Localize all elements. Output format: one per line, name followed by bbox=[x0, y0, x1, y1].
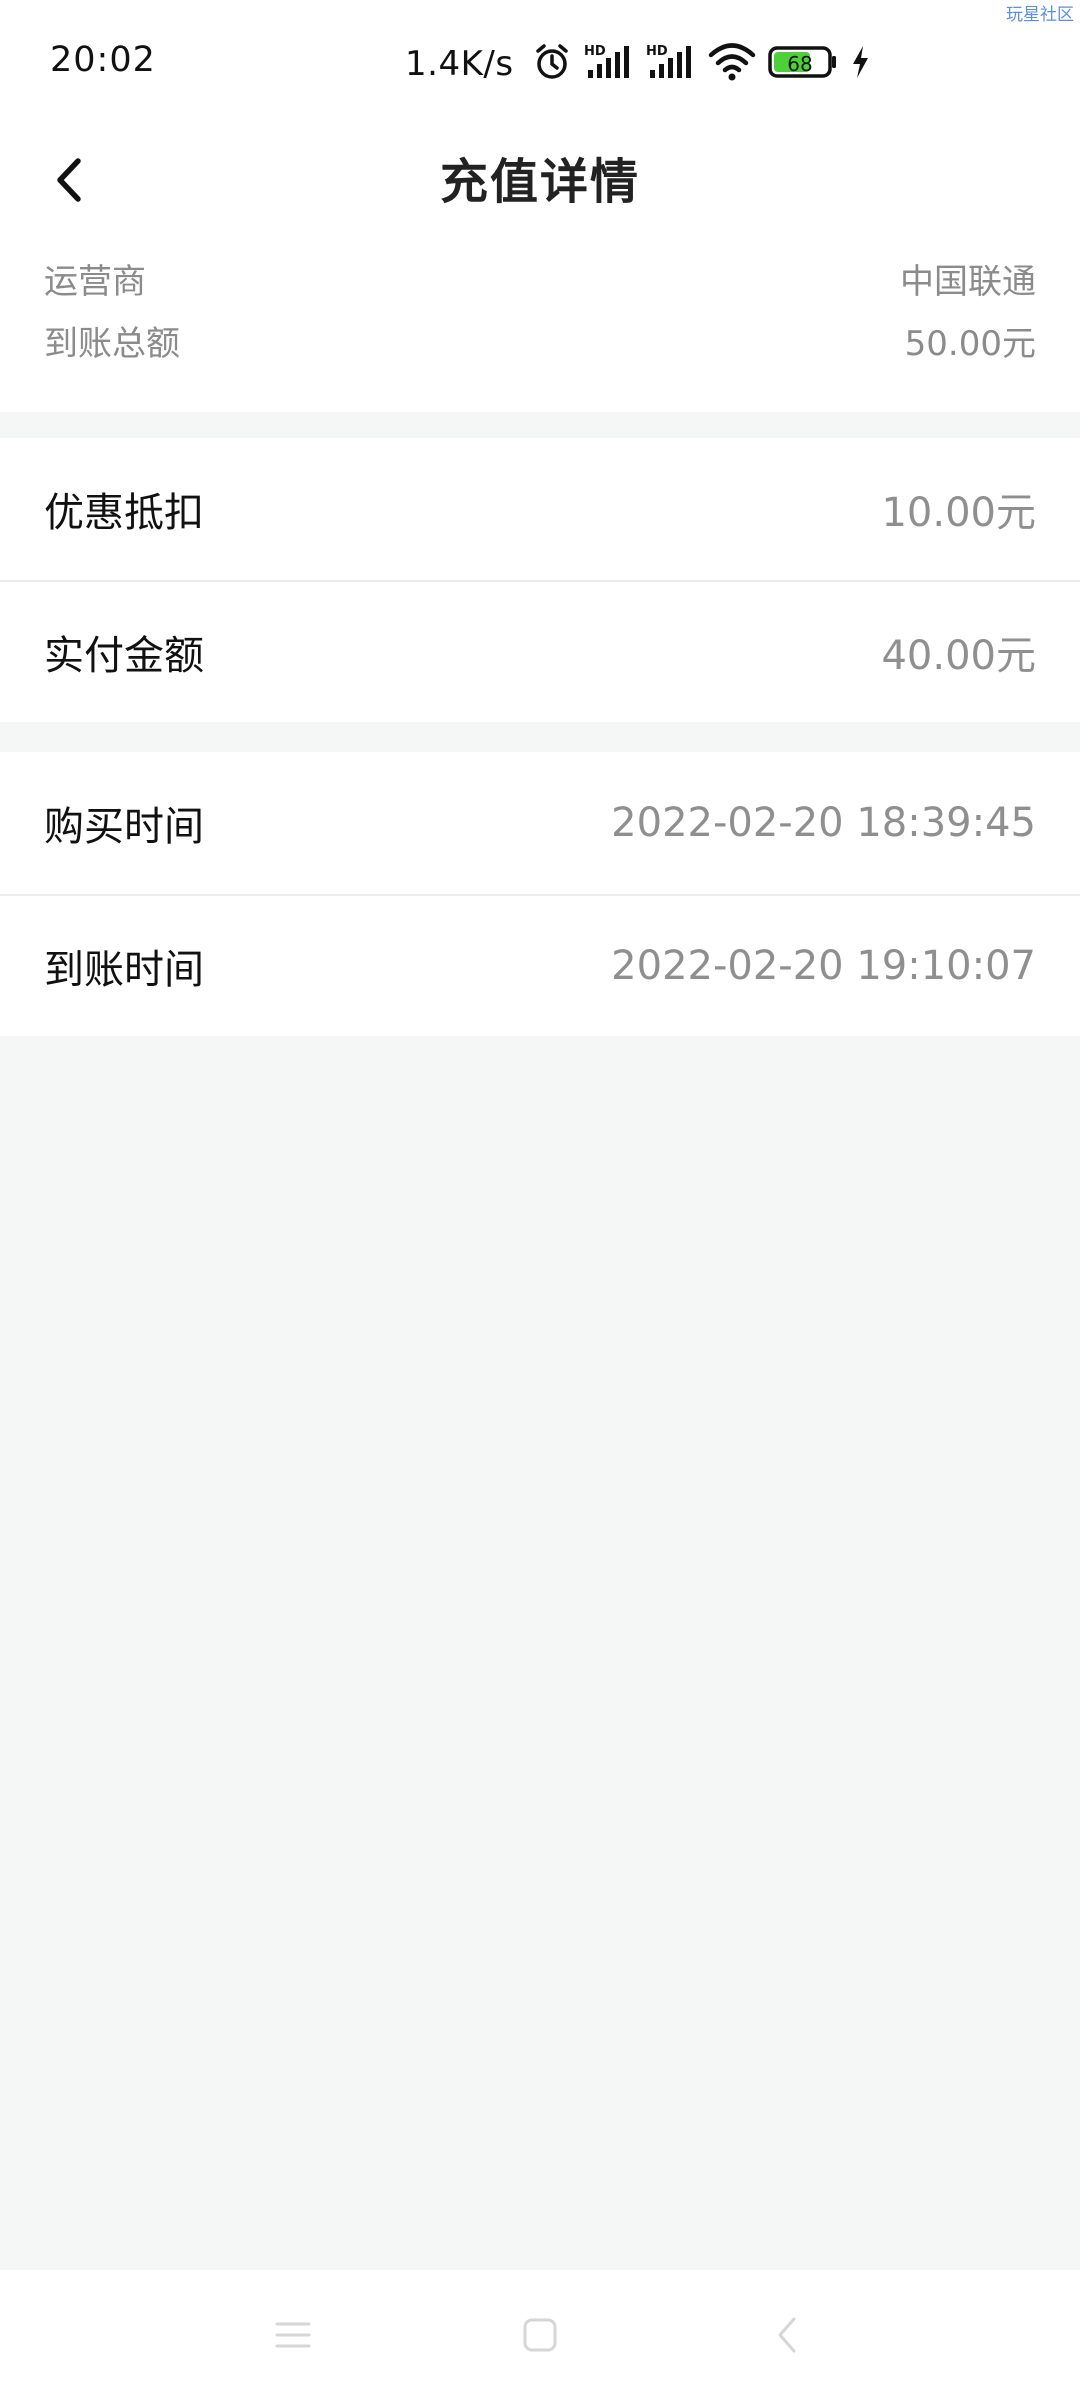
total-row: 到账总额 50.00元 bbox=[44, 316, 1036, 365]
arrival-time-row: 到账时间 2022-02-20 19:10:07 bbox=[0, 894, 1080, 1036]
summary-section: 运营商 中国联通 到账总额 50.00元 bbox=[0, 240, 1080, 412]
hd-label: HD bbox=[584, 44, 606, 59]
status-time: 20:02 bbox=[50, 40, 156, 80]
discount-value: 10.00元 bbox=[881, 490, 1036, 536]
paid-row: 实付金额 40.00元 bbox=[0, 580, 1080, 722]
signal-hd-icon: HD bbox=[584, 42, 634, 86]
total-label: 到账总额 bbox=[44, 324, 180, 364]
amount-card: 优惠抵扣 10.00元 实付金额 40.00元 bbox=[0, 438, 1080, 722]
watermark: 玩星社区 bbox=[1006, 5, 1074, 25]
signal-hd-icon: HD bbox=[646, 42, 696, 86]
menu-icon bbox=[275, 2322, 311, 2348]
total-value: 50.00元 bbox=[904, 324, 1036, 364]
purchase-time-row: 购买时间 2022-02-20 18:39:45 bbox=[0, 752, 1080, 894]
operator-row: 运营商 中国联通 bbox=[44, 254, 1036, 303]
nav-back-button[interactable] bbox=[752, 2300, 822, 2370]
status-icons: 1.4K/s HD HD 68 bbox=[405, 40, 882, 88]
operator-value: 中国联通 bbox=[900, 262, 1036, 302]
home-button[interactable] bbox=[505, 2300, 575, 2370]
wifi-icon bbox=[708, 42, 756, 86]
hd-label: HD bbox=[646, 44, 668, 59]
operator-label: 运营商 bbox=[44, 262, 146, 302]
status-bar: 玩星社区 20:02 1.4K/s HD HD 68 bbox=[0, 0, 1080, 130]
purchase-time-label: 购买时间 bbox=[44, 804, 204, 850]
battery-level: 68 bbox=[787, 52, 812, 76]
home-icon bbox=[523, 2318, 557, 2352]
paid-label: 实付金额 bbox=[44, 633, 204, 679]
system-nav-bar bbox=[0, 2270, 1080, 2400]
arrival-time-label: 到账时间 bbox=[44, 947, 204, 993]
charging-icon bbox=[850, 45, 870, 83]
purchase-time-value: 2022-02-20 18:39:45 bbox=[611, 800, 1036, 846]
page-title: 充值详情 bbox=[439, 154, 640, 210]
alarm-icon bbox=[532, 42, 572, 86]
arrival-time-value: 2022-02-20 19:10:07 bbox=[611, 943, 1036, 989]
app-header: 充值详情 bbox=[0, 130, 1080, 240]
back-icon bbox=[778, 2317, 796, 2353]
discount-label: 优惠抵扣 bbox=[44, 490, 204, 536]
menu-button[interactable] bbox=[258, 2300, 328, 2370]
paid-value: 40.00元 bbox=[881, 633, 1036, 679]
time-card: 购买时间 2022-02-20 18:39:45 到账时间 2022-02-20… bbox=[0, 752, 1080, 1036]
network-speed: 1.4K/s bbox=[405, 44, 514, 84]
discount-row: 优惠抵扣 10.00元 bbox=[0, 438, 1080, 580]
battery-icon: 68 bbox=[767, 45, 838, 83]
